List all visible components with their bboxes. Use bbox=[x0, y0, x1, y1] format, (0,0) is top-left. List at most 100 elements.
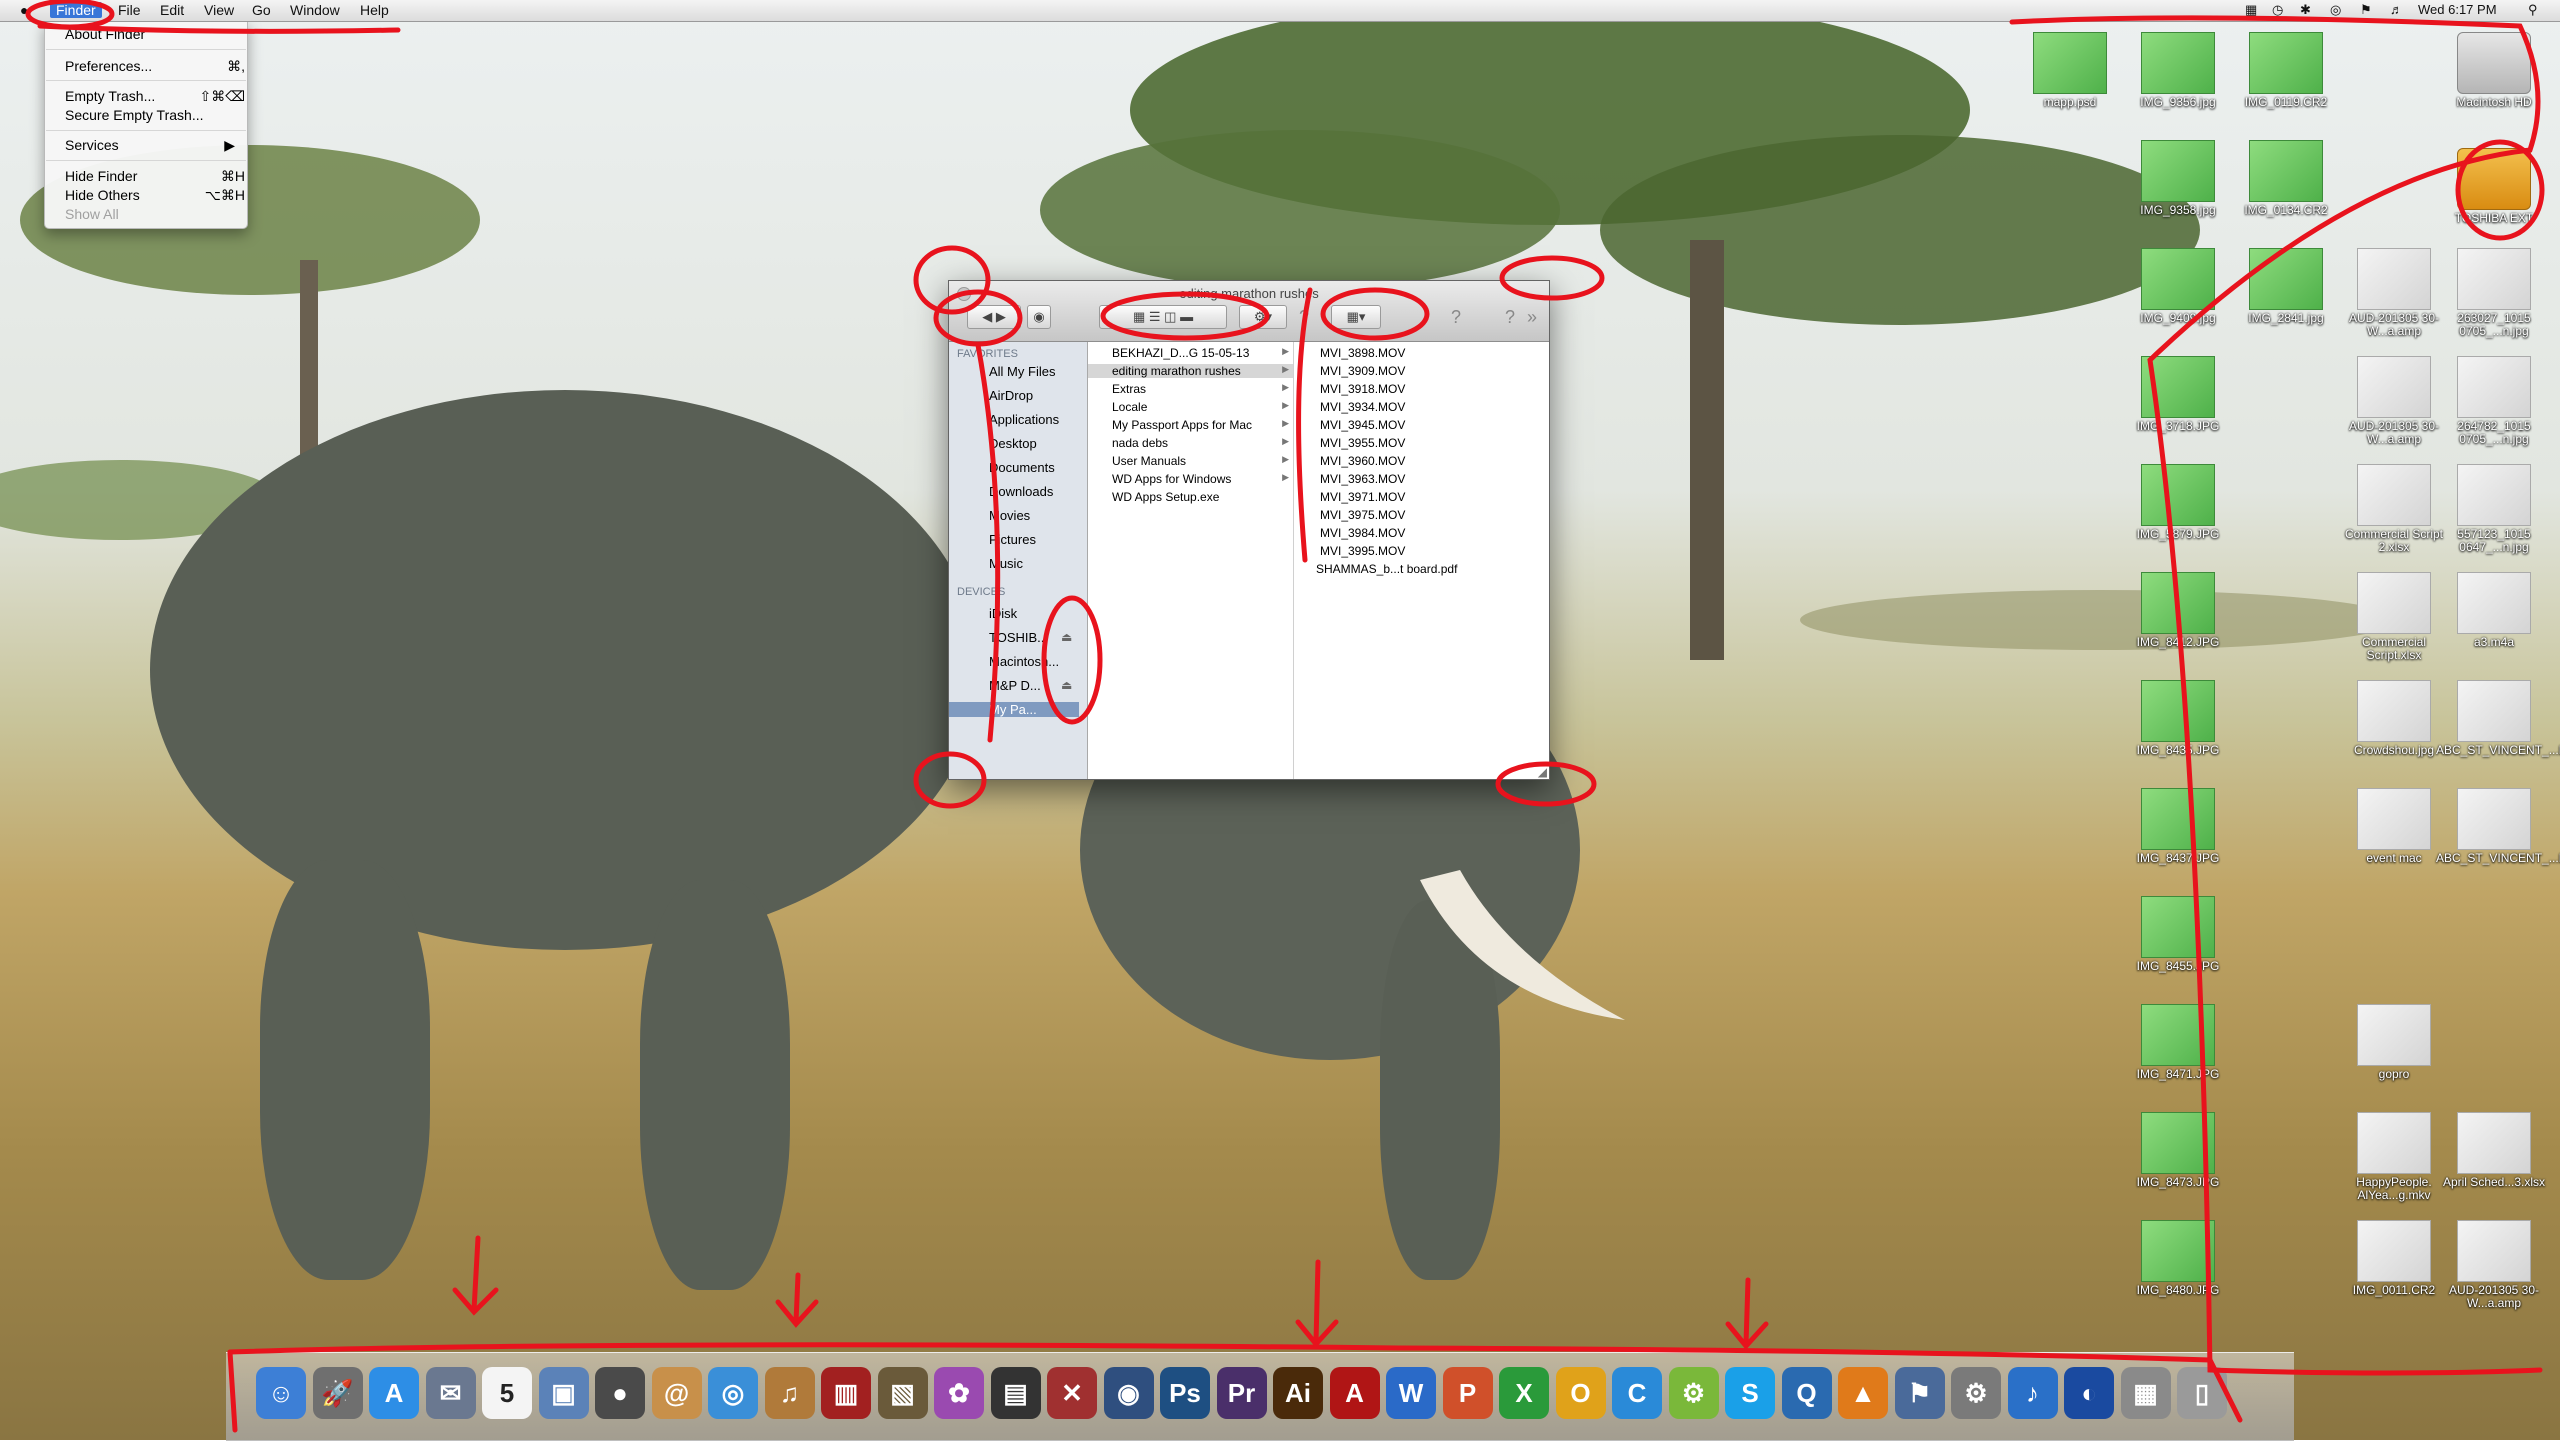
desktop-file-icon[interactable]: Commercial Script 2.xlsx bbox=[2336, 464, 2452, 554]
itunes-icon[interactable]: ♪ bbox=[2007, 1367, 2058, 1419]
list-item[interactable]: WD Apps for Windows ▶ bbox=[1088, 472, 1293, 486]
forward-arrow-icon[interactable]: ▶ bbox=[996, 309, 1006, 324]
list-item[interactable]: MVI_3984.MOV bbox=[1320, 526, 1405, 540]
desktop-file-icon[interactable]: gopro bbox=[2336, 1004, 2452, 1081]
desktop-file-icon[interactable]: IMG_8471.JPG bbox=[2120, 1004, 2236, 1081]
desktop-file-icon[interactable]: IMG_0011.CR2 bbox=[2336, 1220, 2452, 1297]
list-item[interactable]: BEKHAZI_D...G 15-05-13 ▶ bbox=[1088, 346, 1293, 360]
desktop-file-icon[interactable]: a3.m4a bbox=[2436, 572, 2552, 649]
time-machine-icon[interactable]: ◷ bbox=[2272, 2, 2283, 18]
list-item[interactable]: MVI_3918.MOV bbox=[1320, 382, 1405, 396]
help-icon[interactable]: ? bbox=[1299, 307, 1309, 328]
system-preferences-icon[interactable]: ⚙ bbox=[1951, 1367, 2001, 1419]
skype-icon[interactable]: S bbox=[1725, 1367, 1775, 1419]
list-item[interactable]: Extras ▶ bbox=[1088, 382, 1293, 396]
list-view-icon[interactable]: ☰ bbox=[1149, 309, 1161, 324]
column-view-icon[interactable]: ◫ bbox=[1164, 309, 1176, 324]
desktop-file-icon[interactable]: ABC_ST_VINCENT_...E.mp4 bbox=[2436, 788, 2560, 865]
finder-icon[interactable]: ☺ bbox=[256, 1367, 306, 1419]
sidebar-item-airdrop[interactable]: AirDrop bbox=[989, 388, 1033, 403]
menu-show-all[interactable]: Show All bbox=[65, 206, 119, 224]
list-item[interactable]: User Manuals ▶ bbox=[1088, 454, 1293, 468]
dropbox-icon[interactable]: ▦ bbox=[2245, 2, 2257, 18]
final-cut-icon[interactable]: ▤ bbox=[990, 1367, 1041, 1419]
menu-empty-trash[interactable]: Empty Trash... ⇧⌘⌫ bbox=[65, 88, 245, 106]
sidebar-item-downloads[interactable]: Downloads bbox=[989, 484, 1053, 499]
arrange-icon[interactable]: ▦▾ bbox=[1331, 305, 1381, 329]
back-forward-buttons[interactable]: ◀ ▶ bbox=[967, 305, 1021, 329]
list-item[interactable]: MVI_3934.MOV bbox=[1320, 400, 1405, 414]
resize-handle-icon[interactable]: ◢ bbox=[1538, 765, 1547, 779]
apple-menu-icon[interactable]: ● bbox=[20, 2, 28, 18]
automator-icon[interactable]: ⚑ bbox=[1894, 1367, 1945, 1419]
desktop-file-icon[interactable]: AUD-201305 30-W...a.amp bbox=[2336, 356, 2452, 446]
sidebar-item-my-passport[interactable]: My Pa... bbox=[949, 702, 1079, 717]
desktop-file-icon[interactable]: IMG_8455.JPG bbox=[2120, 896, 2236, 973]
list-item[interactable]: WD Apps Setup.exe bbox=[1088, 490, 1293, 504]
desktop-file-icon[interactable]: 557123_1015 0647_...n.jpg bbox=[2436, 464, 2552, 554]
illustrator-icon[interactable]: Ai bbox=[1273, 1367, 1323, 1419]
downloads-stack-icon[interactable]: ▦ bbox=[2120, 1367, 2171, 1419]
menu-hide-finder[interactable]: Hide Finder ⌘H bbox=[65, 168, 245, 186]
action-gear-icon[interactable]: ⚙▾ bbox=[1239, 305, 1287, 329]
excel-icon[interactable]: X bbox=[1499, 1367, 1549, 1419]
app-store-icon[interactable]: A bbox=[369, 1367, 419, 1419]
list-item[interactable]: Locale ▶ bbox=[1088, 400, 1293, 414]
communicator-icon[interactable]: C bbox=[1612, 1367, 1662, 1419]
list-item[interactable]: MVI_3963.MOV bbox=[1320, 472, 1405, 486]
sidebar-item-desktop[interactable]: Desktop bbox=[989, 436, 1037, 451]
outlook-icon[interactable]: O bbox=[1555, 1367, 1606, 1419]
help-icon[interactable]: ? bbox=[1505, 307, 1515, 328]
desktop-file-icon[interactable]: April Sched...3.xlsx bbox=[2436, 1112, 2552, 1189]
desktop-file-icon[interactable]: IMG_8437.JPG bbox=[2120, 788, 2236, 865]
desktop-file-icon[interactable]: 263027_1015 0705_...n.jpg bbox=[2436, 248, 2552, 338]
help-icon[interactable]: ? bbox=[1451, 307, 1461, 328]
desktop-file-icon[interactable]: HappyPeople. AlYea...g.mkv bbox=[2336, 1112, 2452, 1202]
wifi-icon[interactable]: ◎ bbox=[2330, 2, 2341, 18]
eye-icon[interactable]: ◉ bbox=[1027, 305, 1051, 329]
menu-secure-empty-trash[interactable]: Secure Empty Trash... bbox=[65, 107, 204, 125]
menu-about-finder[interactable]: About Finder bbox=[65, 26, 145, 44]
photoshop-icon[interactable]: Ps bbox=[1160, 1367, 1210, 1419]
crossover-icon[interactable]: ✕ bbox=[1047, 1367, 1097, 1419]
desktop-file-icon[interactable]: AUD-201305 30-W...a.amp bbox=[2336, 248, 2452, 338]
desktop-file-icon[interactable]: mapp.psd bbox=[2012, 32, 2128, 109]
mail-icon[interactable]: ✉ bbox=[425, 1367, 476, 1419]
eject-icon[interactable]: ⏏ bbox=[1061, 630, 1072, 644]
flag-icon[interactable]: ⚑ bbox=[2360, 2, 2372, 18]
menu-go[interactable]: Go bbox=[252, 2, 271, 18]
menu-window[interactable]: Window bbox=[290, 2, 340, 18]
menu-preferences[interactable]: Preferences... ⌘, bbox=[65, 58, 245, 76]
desktop-file-icon[interactable]: ABC_ST_VINCENT_...E.mp4 bbox=[2436, 680, 2560, 757]
list-item[interactable]: nada debs ▶ bbox=[1088, 436, 1293, 450]
search-icon[interactable]: Q bbox=[1781, 1367, 1832, 1419]
view-mode-buttons[interactable]: ▦ ☰ ◫ ▬ bbox=[1099, 305, 1227, 329]
menu-hide-others[interactable]: Hide Others ⌥⌘H bbox=[65, 187, 245, 205]
word-icon[interactable]: W bbox=[1386, 1367, 1436, 1419]
list-item[interactable]: My Passport Apps for Mac ▶ bbox=[1088, 418, 1293, 432]
sidebar-item-applications[interactable]: Applications bbox=[989, 412, 1059, 427]
list-item[interactable]: MVI_3960.MOV bbox=[1320, 454, 1405, 468]
desktop-file-icon[interactable]: IMG_9356.jpg bbox=[2120, 32, 2236, 109]
premiere-icon[interactable]: Pr bbox=[1216, 1367, 1267, 1419]
launchpad-icon[interactable]: 🚀 bbox=[312, 1367, 363, 1419]
desktop-file-icon[interactable]: IMG_8473.JPG bbox=[2120, 1112, 2236, 1189]
sidebar-item-idisk[interactable]: iDisk bbox=[989, 606, 1017, 621]
contacts-icon[interactable]: @ bbox=[651, 1367, 702, 1419]
eject-icon[interactable]: ⏏ bbox=[1061, 678, 1072, 692]
color-picker-icon[interactable]: ✿ bbox=[934, 1367, 984, 1419]
preview-icon[interactable]: ▣ bbox=[538, 1367, 589, 1419]
powerpoint-icon[interactable]: P bbox=[1442, 1367, 1493, 1419]
desktop-file-icon[interactable]: AUD-201305 30-W...a.amp bbox=[2436, 1220, 2552, 1310]
list-item[interactable]: MVI_3955.MOV bbox=[1320, 436, 1405, 450]
back-arrow-icon[interactable]: ◀ bbox=[982, 309, 992, 324]
desktop-file-icon[interactable]: IMG_9358.jpg bbox=[2120, 140, 2236, 217]
desktop-file-icon[interactable]: Macintosh HD bbox=[2436, 32, 2552, 109]
sidebar-item-toshiba[interactable]: TOSHIB... bbox=[989, 630, 1048, 645]
menu-file[interactable]: File bbox=[118, 2, 141, 18]
menu-services[interactable]: Services ▶ bbox=[65, 137, 237, 155]
list-item[interactable]: MVI_3909.MOV bbox=[1320, 364, 1405, 378]
desktop-file-icon[interactable]: Crowdshou.jpg bbox=[2336, 680, 2452, 757]
desktop-file-icon[interactable]: IMG_0134.CR2 bbox=[2228, 140, 2344, 217]
desktop-file-icon[interactable]: IMG_2841.jpg bbox=[2228, 248, 2344, 325]
